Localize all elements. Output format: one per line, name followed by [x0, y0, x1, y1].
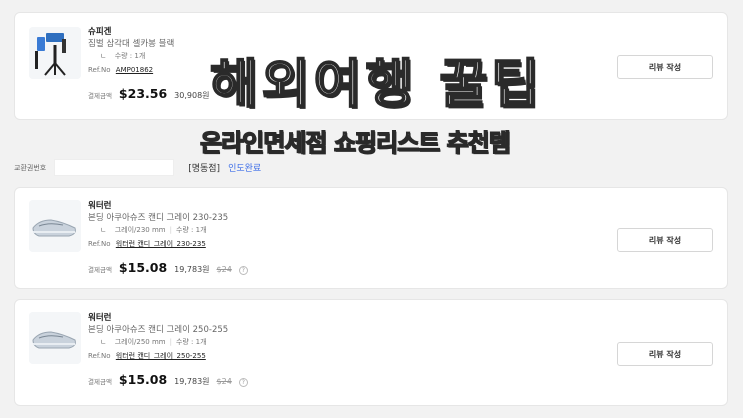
price-usd: $15.08 [118, 372, 168, 387]
ref-label: Ref.No [88, 66, 111, 74]
ref-label: Ref.No [88, 240, 111, 248]
product-thumbnail-aquashoes[interactable] [29, 200, 81, 252]
overlay-subtitle: 온라인면세점 쇼핑리스트 추천템 [199, 128, 511, 157]
price-usd: $15.08 [118, 260, 168, 275]
ref-number-link[interactable]: 워터런 캔디_그레이_250-255 [116, 352, 206, 360]
gimbal-tripod-image [29, 27, 81, 79]
product-option: ㄴ 그레이/230 mm | 수량 : 1개 [88, 225, 577, 236]
option-text: 그레이/250 mm [114, 338, 166, 346]
product-thumbnail-aquashoes[interactable] [29, 312, 81, 364]
price-usd: $23.56 [118, 86, 168, 101]
quantity-text: 수량 : 1개 [175, 226, 207, 234]
payment-label: 결제금액 [88, 92, 112, 100]
payment-label: 결제금액 [88, 266, 112, 274]
write-review-button[interactable]: 리뷰 작성 [617, 342, 713, 366]
option-divider: | [169, 226, 172, 234]
product-option: ㄴ 그레이/250 mm | 수량 : 1개 [88, 337, 577, 348]
option-prefix: ㄴ [100, 52, 107, 60]
product-name[interactable]: 본딩 아쿠아슈즈 캔디 그레이 250-255 [88, 324, 577, 337]
product-name[interactable]: 본딩 아쿠아슈즈 캔디 그레이 230-235 [88, 212, 577, 225]
delivery-status: 인도완료 [228, 164, 262, 174]
product-thumbnail-gimbal[interactable] [29, 27, 81, 79]
price-row: 결제금액 $15.08 19,783원 $24 ? [88, 260, 577, 275]
price-krw: 30,908원 [174, 91, 210, 100]
price-krw: 19,783원 [174, 377, 210, 386]
reference-number: Ref.No 워터런 캔디_그레이_230-235 [88, 238, 577, 251]
option-text: 그레이/230 mm [114, 226, 166, 234]
help-icon[interactable]: ? [238, 378, 248, 387]
order-card-aquashoes-230: 워터런 본딩 아쿠아슈즈 캔디 그레이 230-235 ㄴ 그레이/230 mm… [14, 187, 728, 289]
write-review-button[interactable]: 리뷰 작성 [617, 55, 713, 79]
brand-name[interactable]: 워터런 [88, 312, 577, 324]
ref-number-link[interactable]: AMP01862 [116, 66, 153, 74]
write-review-button[interactable]: 리뷰 작성 [617, 228, 713, 252]
ref-label: Ref.No [88, 352, 111, 360]
option-prefix: ㄴ [100, 226, 107, 234]
product-info: 워터런 본딩 아쿠아슈즈 캔디 그레이 230-235 ㄴ 그레이/230 mm… [88, 200, 577, 275]
overlay-title: 해외여행 꿀팁 [209, 54, 544, 116]
help-icon[interactable]: ? [238, 266, 248, 275]
quantity-text: 수량 : 1개 [175, 338, 207, 346]
aqua-shoes-image [29, 312, 81, 364]
price-row: 결제금액 $15.08 19,783원 $24 ? [88, 372, 577, 387]
exchange-number-field[interactable] [54, 159, 175, 176]
order-card-aquashoes-250: 워터런 본딩 아쿠아슈즈 캔디 그레이 250-255 ㄴ 그레이/250 mm… [14, 299, 728, 406]
option-prefix: ㄴ [100, 338, 107, 346]
brand-name[interactable]: 슈피겐 [88, 26, 577, 38]
original-price: $24 [216, 377, 232, 386]
option-divider: | [169, 338, 172, 346]
exchange-voucher-row: 교환권번호 [명동점] 인도완료 [14, 159, 261, 176]
reference-number: Ref.No 워터런 캔디_그레이_250-255 [88, 350, 577, 363]
exchange-label: 교환권번호 [14, 163, 47, 172]
price-krw: 19,783원 [174, 265, 210, 274]
original-price: $24 [216, 265, 232, 274]
brand-name[interactable]: 워터런 [88, 200, 577, 212]
aqua-shoes-image [29, 200, 81, 252]
ref-number-link[interactable]: 워터런 캔디_그레이_230-235 [116, 240, 206, 248]
quantity-text: 수량 : 1개 [114, 52, 146, 60]
store-name: [명동점] [188, 164, 221, 174]
product-info: 워터런 본딩 아쿠아슈즈 캔디 그레이 250-255 ㄴ 그레이/250 mm… [88, 312, 577, 387]
payment-label: 결제금액 [88, 378, 112, 386]
